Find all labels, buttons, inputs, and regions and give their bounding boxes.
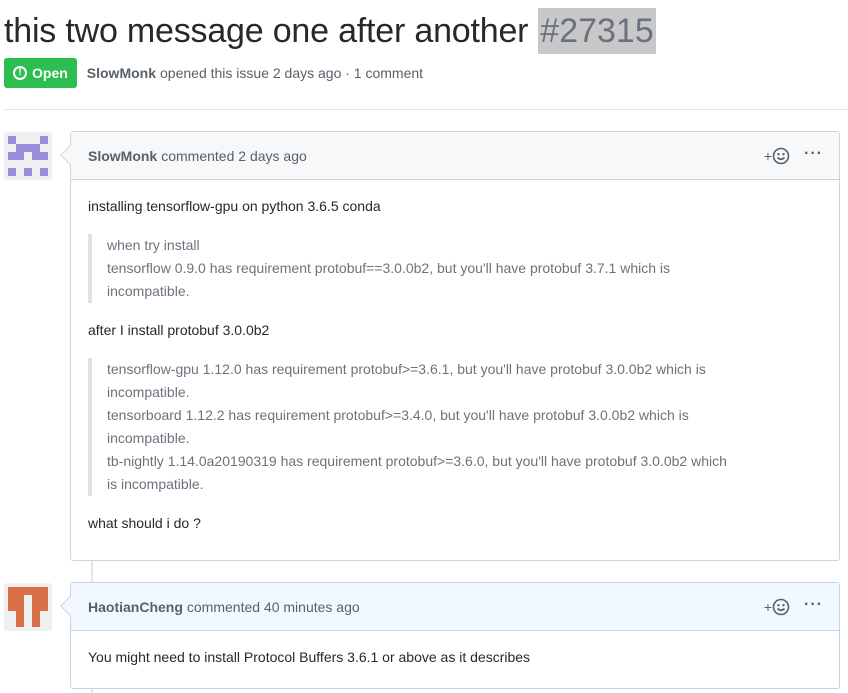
timeline-connector bbox=[91, 560, 93, 583]
comment: SlowMonk commented 2 days ago + ··· inst… bbox=[60, 131, 840, 561]
issue-meta-text: opened this issue 2 days ago · 1 comment bbox=[160, 65, 424, 81]
blockquote: tensorflow-gpu 1.12.0 has requirement pr… bbox=[88, 358, 823, 496]
more-options-button[interactable]: ··· bbox=[804, 597, 823, 613]
quote-line: incompatible. bbox=[107, 283, 190, 299]
comment-paragraph: installing tensorflow-gpu on python 3.6.… bbox=[88, 198, 381, 214]
comment-body: You might need to install Protocol Buffe… bbox=[71, 631, 839, 685]
comment-actions: + ··· bbox=[764, 583, 823, 631]
comment-author-link[interactable]: SlowMonk bbox=[88, 148, 157, 164]
avatar[interactable] bbox=[4, 583, 52, 631]
more-options-button[interactable]: ··· bbox=[804, 146, 823, 162]
add-reaction-button[interactable]: + bbox=[764, 598, 790, 616]
issue-meta: ! Open SlowMonk opened this issue 2 days… bbox=[4, 58, 423, 88]
issue-title-row: this two message one after another #2731… bbox=[4, 8, 656, 54]
smiley-icon bbox=[772, 147, 790, 165]
comment-timestamp[interactable]: commented 2 days ago bbox=[161, 148, 307, 164]
comment-header: SlowMonk commented 2 days ago + ··· bbox=[71, 132, 839, 180]
identicon-orange-icon bbox=[4, 583, 52, 631]
comment-author-link[interactable]: HaotianCheng bbox=[88, 599, 183, 615]
plus-label: + bbox=[763, 148, 773, 164]
comment-timestamp[interactable]: commented 40 minutes ago bbox=[187, 599, 360, 615]
comment-header: HaotianCheng commented 40 minutes ago + … bbox=[71, 583, 839, 631]
quote-line: tb-nightly 1.14.0a20190319 has requireme… bbox=[107, 453, 727, 469]
plus-label: + bbox=[763, 599, 773, 615]
comment-paragraph: after I install protobuf 3.0.0b2 bbox=[88, 322, 270, 338]
state-label: Open bbox=[32, 65, 68, 81]
identicon-purple-icon bbox=[4, 132, 52, 180]
comment-actions: + ··· bbox=[764, 132, 823, 180]
quote-line: tensorflow 0.9.0 has requirement protobu… bbox=[107, 260, 671, 276]
comment: HaotianCheng commented 40 minutes ago + … bbox=[60, 582, 840, 689]
quote-line: when try install bbox=[107, 237, 200, 253]
blockquote: when try install tensorflow 0.9.0 has re… bbox=[88, 234, 823, 303]
smiley-icon bbox=[772, 598, 790, 616]
quote-line: is incompatible. bbox=[107, 476, 204, 492]
add-reaction-button[interactable]: + bbox=[764, 147, 790, 165]
quote-line: tensorboard 1.12.2 has requirement proto… bbox=[107, 407, 689, 423]
comment-body: installing tensorflow-gpu on python 3.6.… bbox=[71, 180, 839, 551]
avatar[interactable] bbox=[4, 132, 52, 180]
comment-paragraph: You might need to install Protocol Buffe… bbox=[88, 649, 531, 665]
issue-opened-icon: ! bbox=[13, 66, 27, 80]
quote-line: tensorflow-gpu 1.12.0 has requirement pr… bbox=[107, 361, 706, 377]
quote-line: incompatible. bbox=[107, 384, 190, 400]
comment-paragraph: what should i do ? bbox=[88, 515, 201, 531]
issue-author-link[interactable]: SlowMonk bbox=[87, 65, 156, 81]
state-badge: ! Open bbox=[4, 58, 77, 88]
header-divider bbox=[4, 109, 848, 110]
quote-line: incompatible. bbox=[107, 430, 190, 446]
issue-title: this two message one after another bbox=[4, 12, 529, 50]
issue-number: #27315 bbox=[538, 8, 656, 54]
